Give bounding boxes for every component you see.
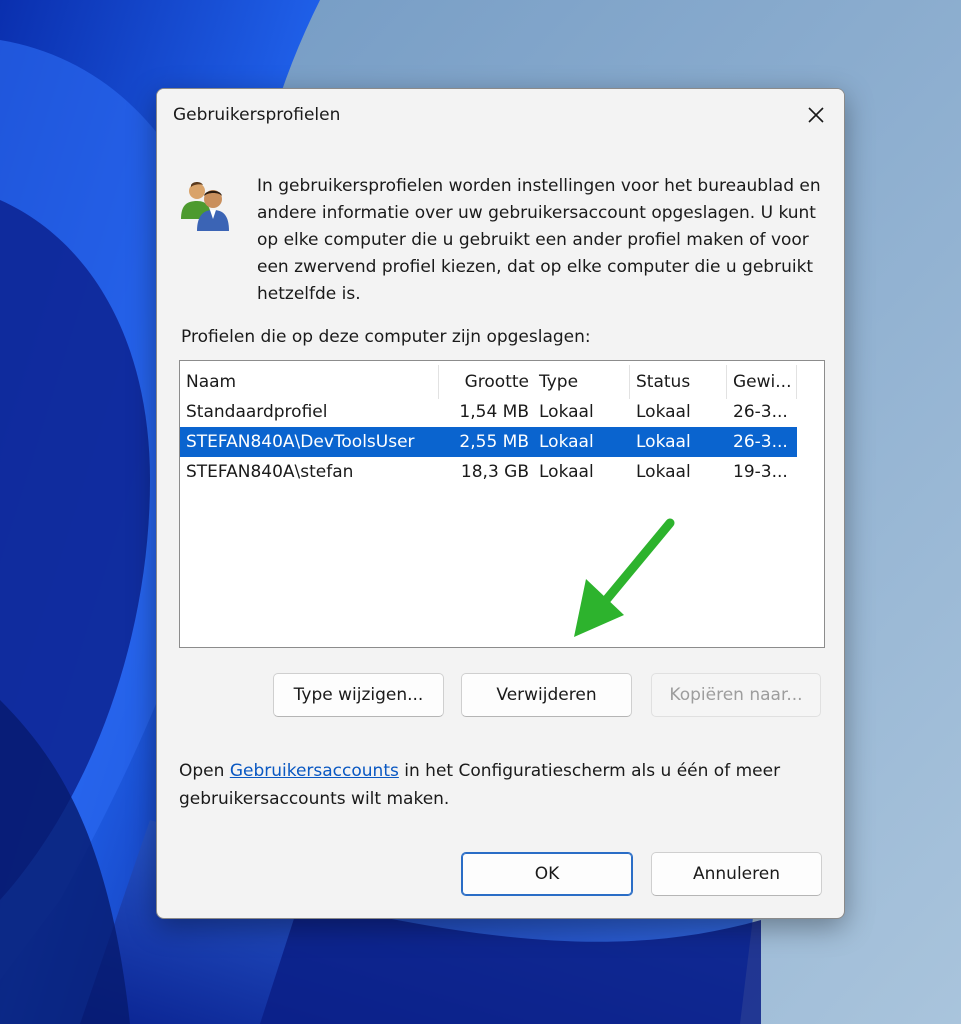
cell-size: 2,55 MB [459,432,529,452]
column-header-size[interactable]: Grootte [439,365,531,399]
cell-type: Lokaal [539,402,594,422]
column-header-name[interactable]: Naam [186,365,439,399]
footer-description: Open Gebruikersaccounts in het Configura… [179,757,829,813]
arrow-icon [574,518,675,637]
cell-status: Lokaal [636,432,691,452]
cell-name: STEFAN840A\DevToolsUser [186,432,415,452]
column-header-modified[interactable]: Gewi... [727,365,797,399]
table-row[interactable]: STEFAN840A\stefan 18,3 GB Lokaal Lokaal … [180,457,797,487]
intro-description: In gebruikersprofielen worden instelling… [257,176,821,304]
cell-size: 1,54 MB [459,402,529,422]
column-header-status[interactable]: Status [630,365,727,399]
title-bar: Gebruikersprofielen [157,89,844,141]
listview-header: Naam Grootte Type Status Gewi... [180,365,824,399]
cell-status: Lokaal [636,402,691,422]
cell-size: 18,3 GB [460,462,529,482]
table-row-selected[interactable]: STEFAN840A\DevToolsUser 2,55 MB Lokaal L… [180,427,797,457]
cell-modified: 26-3... [733,402,788,422]
table-row[interactable]: Standaardprofiel 1,54 MB Lokaal Lokaal 2… [180,397,797,427]
cell-modified: 19-3... [733,462,788,482]
user-profiles-dialog: Gebruikersprofielen In gebruikersprofiel… [156,88,845,919]
cell-name: STEFAN840A\stefan [186,462,354,482]
user-accounts-link[interactable]: Gebruikersaccounts [230,761,399,781]
profiles-list-label: Profielen die op deze computer zijn opge… [181,327,591,347]
profiles-listview[interactable]: Naam Grootte Type Status Gewi... Standaa… [179,360,825,648]
ok-button[interactable]: OK [461,852,633,896]
footer-prefix: Open [179,761,230,781]
cell-status: Lokaal [636,462,691,482]
dialog-title: Gebruikersprofielen [173,105,341,125]
cell-name: Standaardprofiel [186,402,328,422]
cell-modified: 26-3... [733,432,788,452]
copy-to-button[interactable]: Kopiëren naar... [651,673,821,717]
close-button[interactable] [796,97,836,133]
cell-type: Lokaal [539,462,594,482]
change-type-button[interactable]: Type wijzigen... [273,673,444,717]
delete-button[interactable]: Verwijderen [461,673,632,717]
users-icon [181,182,229,231]
close-icon [808,107,824,123]
column-header-type[interactable]: Type [531,365,630,399]
cell-type: Lokaal [539,432,594,452]
cancel-button[interactable]: Annuleren [651,852,822,896]
